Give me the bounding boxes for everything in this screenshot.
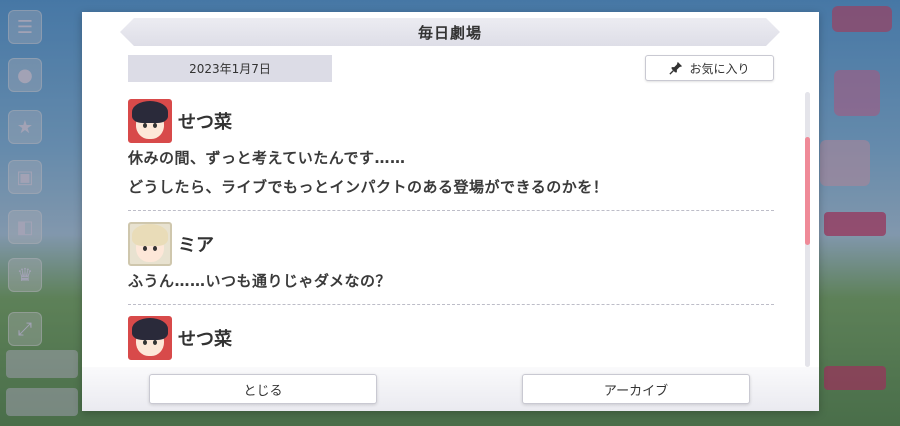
avatar-setsuna bbox=[128, 316, 172, 360]
favorite-button[interactable]: お気に入り bbox=[645, 55, 774, 81]
scrollbar[interactable] bbox=[805, 92, 810, 367]
scrollbar-thumb[interactable] bbox=[805, 137, 810, 245]
favorite-label: お気に入り bbox=[689, 61, 750, 76]
modal-title: 毎日劇場 bbox=[120, 18, 780, 46]
dialogue-entry: せつ菜 bbox=[128, 315, 774, 368]
dialogue-list[interactable]: せつ菜 休みの間、ずっと考えていたんです…… どうしたら、ライブでもっとインパク… bbox=[128, 98, 774, 368]
speaker-row: ミア bbox=[128, 221, 774, 267]
speaker-name: せつ菜 bbox=[178, 329, 232, 350]
close-button[interactable]: とじる bbox=[149, 374, 377, 404]
archive-button[interactable]: アーカイブ bbox=[522, 374, 750, 404]
pin-icon bbox=[669, 61, 683, 75]
speaker-row: せつ菜 bbox=[128, 98, 774, 144]
dialogue-entry: ミア ふうん……いつも通りじゃダメなの？ bbox=[128, 221, 774, 305]
dialogue-entry: せつ菜 休みの間、ずっと考えていたんです…… どうしたら、ライブでもっとインパク… bbox=[128, 98, 774, 211]
speaker-name: せつ菜 bbox=[178, 112, 232, 133]
date-label: 2023年1月7日 bbox=[128, 55, 332, 82]
dialogue-line: 休みの間、ずっと考えていたんです…… bbox=[128, 149, 406, 167]
dialogue-line: ふうん……いつも通りじゃダメなの？ bbox=[128, 272, 392, 290]
avatar-setsuna bbox=[128, 99, 172, 143]
dialogue-line: どうしたら、ライブでもっとインパクトのある登場ができるのかを！ bbox=[128, 178, 609, 196]
avatar-mia bbox=[128, 222, 172, 266]
daily-theater-modal: 毎日劇場 2023年1月7日 お気に入り せつ菜 休みの間、ずっと考えていたんで… bbox=[82, 12, 819, 411]
speaker-row: せつ菜 bbox=[128, 315, 774, 361]
speaker-name: ミア bbox=[178, 235, 214, 256]
